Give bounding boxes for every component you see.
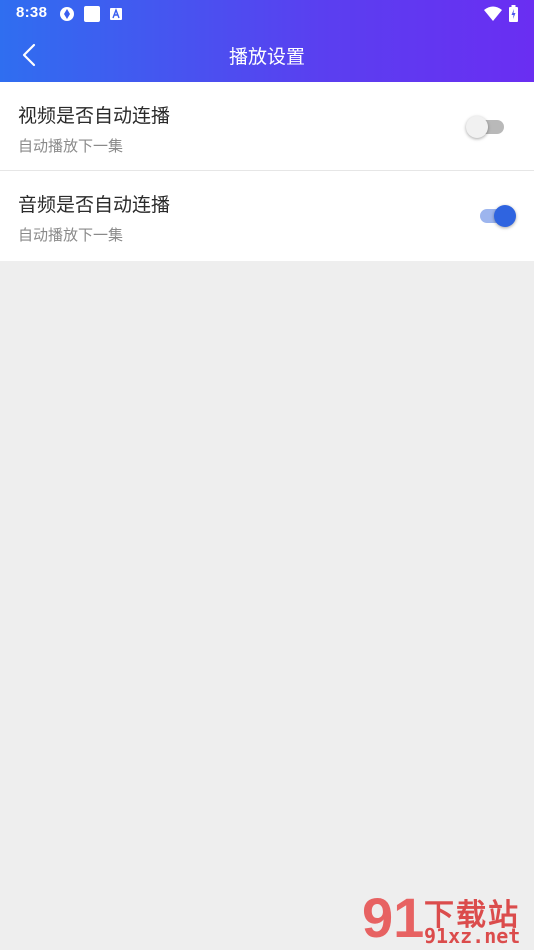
toggle-thumb [494, 205, 516, 227]
video-autoplay-toggle[interactable] [466, 116, 506, 138]
watermark-number: 91 [362, 886, 425, 949]
wifi-icon [484, 6, 502, 21]
battery-charging-icon [509, 5, 518, 22]
audio-autoplay-toggle[interactable] [476, 205, 516, 227]
setting-row-audio-autoplay: 音频是否自动连播 自动播放下一集 [0, 171, 534, 261]
square-app-icon [84, 6, 100, 22]
setting-subtitle: 自动播放下一集 [18, 226, 124, 244]
setting-title: 视频是否自动连播 [18, 105, 171, 127]
page-title: 播放设置 [228, 46, 305, 68]
toggle-thumb [466, 116, 488, 138]
app-header: 8:38 播放设置 [0, 0, 534, 82]
setting-row-video-autoplay: 视频是否自动连播 自动播放下一集 [0, 82, 534, 171]
a-app-icon [110, 8, 122, 20]
setting-title: 音频是否自动连播 [18, 194, 171, 216]
title-bar: 播放设置 [0, 28, 534, 82]
settings-list: 视频是否自动连播 自动播放下一集 音频是否自动连播 自动播放下一集 [0, 82, 534, 261]
sync-icon [60, 7, 74, 21]
watermark: 91 下载站 91xz.net [362, 888, 532, 950]
status-bar: 8:38 [0, 0, 534, 28]
setting-subtitle: 自动播放下一集 [18, 137, 124, 155]
status-time: 8:38 [16, 4, 48, 21]
watermark-site: 91xz.net [424, 924, 521, 948]
